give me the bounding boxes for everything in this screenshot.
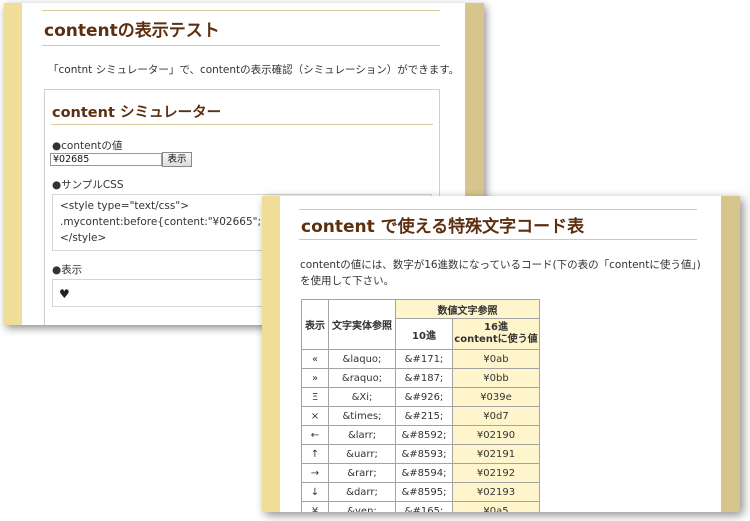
- special-char-code-window: content で使える特殊文字コード表 contentの値には、数字が16進数…: [262, 196, 740, 512]
- cell-decimal: &#8594;: [395, 463, 453, 483]
- cell-display: ↓: [301, 482, 329, 502]
- header-hex-line1: 16進: [484, 322, 508, 333]
- cell-display: ↑: [301, 444, 329, 464]
- table-row: × &times; &#215; ¥0d7: [301, 406, 540, 426]
- cell-hex: ¥039e: [452, 387, 540, 407]
- divider: [299, 239, 697, 240]
- left-accent-bar: [4, 3, 22, 325]
- cell-hex: ¥02192: [452, 463, 540, 483]
- header-entity: 文字実体参照: [328, 299, 396, 350]
- cell-decimal: &#171;: [395, 349, 453, 369]
- content-value-label: ●contentの値: [52, 140, 123, 152]
- cell-decimal: &#165;: [395, 501, 453, 512]
- cell-decimal: &#187;: [395, 368, 453, 388]
- cell-display: ×: [301, 406, 329, 426]
- header-hex: 16進 contentに使う値: [452, 318, 540, 350]
- cell-entity: &laquo;: [328, 349, 396, 369]
- heart-glyph-output: ♥: [59, 287, 70, 301]
- divider: [42, 45, 440, 46]
- cell-decimal: &#8593;: [395, 444, 453, 464]
- intro-text: 「contnt シミュレーター」で、contentの表示確認（シミュレーション）…: [48, 64, 460, 76]
- divider: [42, 10, 440, 11]
- table-row: ← &larr; &#8592; ¥02190: [301, 425, 540, 445]
- output-label: ●表示: [52, 264, 83, 276]
- cell-decimal: &#215;: [395, 406, 453, 426]
- cell-entity: &times;: [328, 406, 396, 426]
- header-numeric-group: 数値文字参照: [395, 299, 540, 319]
- display-button[interactable]: 表示: [162, 152, 192, 167]
- header-decimal: 10進: [395, 318, 453, 350]
- cell-entity: &darr;: [328, 482, 396, 502]
- cell-hex: ¥02191: [452, 444, 540, 464]
- cell-display: →: [301, 463, 329, 483]
- table-row: ¥ &yen; &#165; ¥0a5: [301, 501, 540, 512]
- right-accent-bar: [721, 196, 740, 512]
- cell-entity: &rarr;: [328, 463, 396, 483]
- divider: [299, 209, 697, 210]
- cell-hex: ¥0ab: [452, 349, 540, 369]
- cell-hex: ¥0d7: [452, 406, 540, 426]
- divider: [51, 124, 433, 125]
- sample-css-label: ●サンプルCSS: [52, 179, 124, 191]
- cell-hex: ¥0bb: [452, 368, 540, 388]
- special-char-table: 表示 文字実体参照 数値文字参照 10進 16進 contentに使う値 «&l…: [301, 299, 540, 512]
- cell-decimal: &#8592;: [395, 425, 453, 445]
- table-row: ↓ &darr; &#8595; ¥02193: [301, 482, 540, 502]
- cell-hex: ¥0a5: [452, 501, 540, 512]
- cell-decimal: &#8595;: [395, 482, 453, 502]
- cell-display: ←: [301, 425, 329, 445]
- cell-display: «: [301, 349, 329, 369]
- simulator-title: content シミュレーター: [52, 105, 222, 121]
- cell-entity: &larr;: [328, 425, 396, 445]
- cell-entity: &uarr;: [328, 444, 396, 464]
- table-row: » &raquo; &#187; ¥0bb: [301, 368, 540, 388]
- cell-entity: &yen;: [328, 501, 396, 512]
- table-row: «&laquo; &#171; ¥0ab: [301, 349, 540, 369]
- cell-hex: ¥02190: [452, 425, 540, 445]
- page-title: content で使える特殊文字コード表: [301, 217, 585, 237]
- table-row: ↑ &uarr; &#8593; ¥02191: [301, 444, 540, 464]
- cell-decimal: &#926;: [395, 387, 453, 407]
- page-title: contentの表示テスト: [44, 21, 220, 41]
- cell-entity: &Xi;: [328, 387, 396, 407]
- table-row: → &rarr; &#8594; ¥02192: [301, 463, 540, 483]
- intro-text: contentの値には、数字が16進数になっているコード(下の表の「conten…: [300, 259, 701, 287]
- cell-display: ¥: [301, 501, 329, 512]
- header-hex-line2: contentに使う値: [454, 334, 538, 345]
- cell-entity: &raquo;: [328, 368, 396, 388]
- cell-display: »: [301, 368, 329, 388]
- cell-display: Ξ: [301, 387, 329, 407]
- header-display: 表示: [301, 299, 329, 350]
- content-value-input[interactable]: ¥02685: [50, 153, 162, 166]
- cell-hex: ¥02193: [452, 482, 540, 502]
- left-accent-bar: [262, 196, 280, 512]
- table-row: Ξ &Xi; &#926; ¥039e: [301, 387, 540, 407]
